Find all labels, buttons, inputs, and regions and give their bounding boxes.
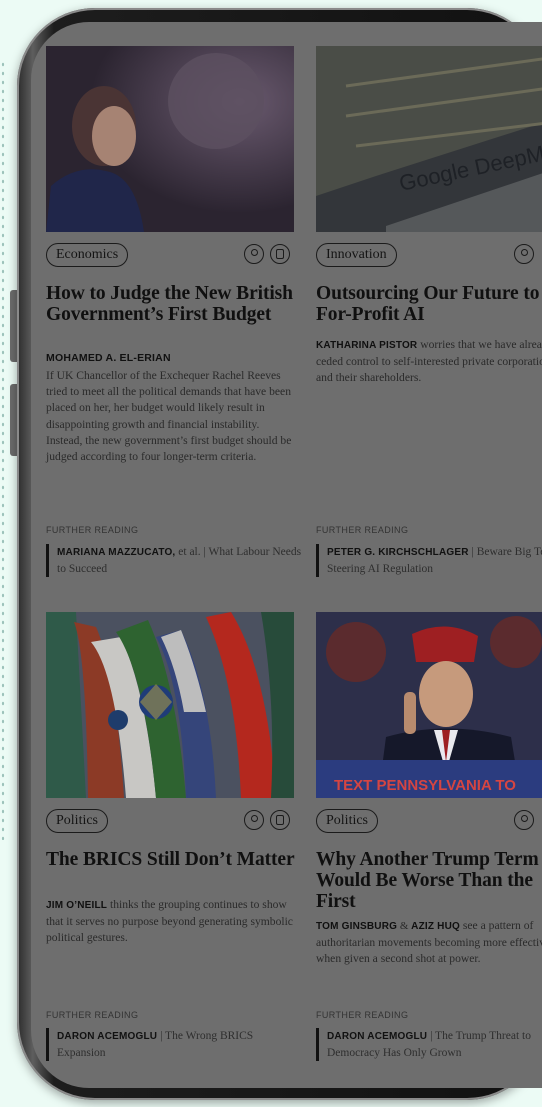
further-reading-link[interactable]: PETER G. KIRCHSCHLAGER | Beware Big Tech… [316,544,542,577]
phone-frame: Economics How to Judge the New British G… [17,8,542,1100]
further-reading-author: PETER G. KIRCHSCHLAGER [327,547,469,558]
clock-icon [514,810,534,830]
article-image[interactable] [46,612,294,798]
article-summary: JIM O’NEILL thinks the grouping continue… [46,897,296,947]
category-tag[interactable]: Politics [316,809,379,833]
phone-screen: Economics How to Judge the New British G… [31,22,542,1088]
further-reading-link[interactable]: MARIANA MAZZUCATO, et al. | What Labour … [46,544,303,577]
author-name[interactable]: TOM GINSBURG [316,921,397,932]
further-reading-label: FURTHER READING [316,525,409,535]
author-name[interactable]: KATHARINA PISTOR [316,340,417,351]
article-summary: If UK Chancellor of the Exchequer Rachel… [46,369,292,464]
further-reading-label: FURTHER READING [316,1010,409,1020]
article-summary: TOM GINSBURG & AZIZ HUQ see a pattern of… [316,918,542,968]
author-name[interactable]: MOHAMED A. EL-ERIAN [46,352,171,364]
further-reading-label: FURTHER READING [46,525,139,535]
bookmark-icon[interactable] [270,244,290,264]
rally-banner-text: TEXT PENNSYLVANIA TO [334,777,516,794]
volume-up-button [10,290,17,362]
article-title[interactable]: How to Judge the New British Government’… [46,283,296,325]
background-dots [0,60,6,840]
bookmark-icon[interactable] [270,810,290,830]
ampersand: & [397,920,412,932]
article-image[interactable]: Google DeepMind [316,46,542,232]
article-image[interactable]: TEXT PENNSYLVANIA TO [316,612,542,798]
author-name-2[interactable]: AZIZ HUQ [411,921,460,932]
further-reading-author: MARIANA MAZZUCATO, [57,547,176,558]
further-reading-link[interactable]: DARON ACEMOGLU | The Trump Threat to Dem… [316,1028,542,1061]
further-reading-author: DARON ACEMOGLU [327,1031,428,1042]
clock-icon [514,244,534,264]
category-tag[interactable]: Economics [46,243,129,267]
article-title[interactable]: Outsourcing Our Future to For-Profit AI [316,283,542,325]
volume-down-button [10,384,17,456]
further-reading-link[interactable]: DARON ACEMOGLU | The Wrong BRICS Expansi… [46,1028,303,1061]
category-tag[interactable]: Politics [46,809,109,833]
clock-icon [244,244,264,264]
article-title[interactable]: The BRICS Still Don’t Matter [46,849,296,870]
article-image[interactable] [46,46,294,232]
category-tag[interactable]: Innovation [316,243,397,267]
further-reading-author: DARON ACEMOGLU [57,1031,158,1042]
clock-icon [244,810,264,830]
article-summary: KATHARINA PISTOR worries that we have al… [316,337,542,387]
author-name[interactable]: JIM O’NEILL [46,900,107,911]
article-title[interactable]: Why Another Trump Term Would Be Worse Th… [316,849,542,912]
further-reading-label: FURTHER READING [46,1010,139,1020]
